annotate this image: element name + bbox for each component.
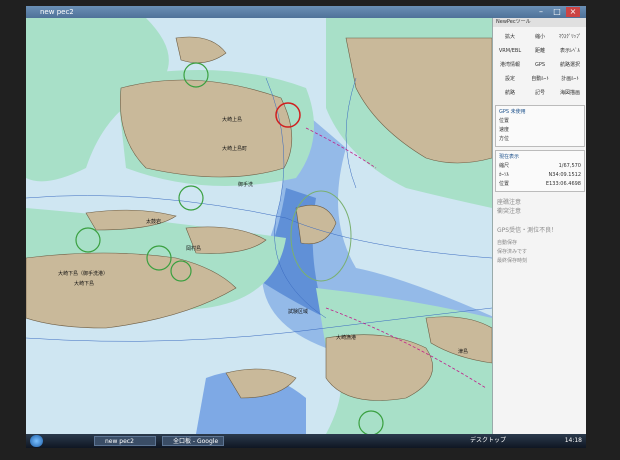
map-label-island-e: 岡村島: [186, 246, 202, 252]
map-label-island-f: 津島: [458, 349, 469, 355]
plan-route-button[interactable]: 計画ﾙｰﾄ: [555, 75, 585, 84]
distance-button[interactable]: 距離: [525, 47, 555, 56]
taskbar: new pec2 全口板 - Google ... デスクトップ 14:18: [26, 434, 586, 448]
window-title: new pec2: [40, 8, 74, 16]
screen: new pec2 – □ × 大崎上島 大崎上島町 大崎下島（御手洗港） 大崎下…: [26, 6, 586, 448]
harbor-info-button[interactable]: 港湾情報: [495, 61, 525, 70]
auto-route-button[interactable]: 自動ﾙｰﾄ: [525, 75, 555, 84]
nautical-chart[interactable]: 大崎上島 大崎上島町 大崎下島（御手洗港） 大崎下島 岡村島 津島 御手洗 太鼓…: [26, 18, 492, 434]
map-label-place-3: 大崎漁港: [336, 335, 357, 341]
vrm-ebl-button[interactable]: VRM/EBL: [495, 47, 525, 56]
collision-warning: 衝突注意: [497, 208, 522, 215]
cursor-lon-value: E133:06.4698: [545, 181, 581, 187]
route-button[interactable]: 航路: [495, 89, 525, 98]
tool-panel: NewPecツール 拡大 縮小 ﾏｳｽｸﾞﾘｯﾌﾟ VRM/EBL 距離 表示ﾚ…: [492, 18, 586, 434]
taskbar-item-browser[interactable]: 全口板 - Google ...: [162, 436, 224, 446]
gps-status-heading: GPS 未使用: [499, 109, 526, 115]
scale-label: 縮尺: [499, 163, 510, 169]
map-label-island-b: 大崎上島町: [222, 146, 248, 152]
clock: 14:18: [564, 437, 582, 444]
gps-error-warning: GPS受信・測位不良！: [497, 227, 558, 234]
chart-info-section: 現在表示 縮尺 1/67,570 ｶｰｿﾙ N34:09.1512 位置 E133:0…: [495, 150, 585, 192]
route-select-button[interactable]: 航路選択: [555, 61, 585, 70]
warning-area: 座礁注意 衝突注意 GPS受信・測位不良！ 自動保存 保存済みです 最終保存時刻: [497, 198, 583, 266]
chart-info-heading: 現在表示: [499, 154, 520, 160]
map-label-island-d: 大崎下島: [74, 281, 95, 287]
map-label-island-a: 大崎上島: [222, 117, 243, 123]
window-titlebar: new pec2 – □ ×: [26, 6, 586, 18]
saved-label: 保存済みです: [497, 249, 528, 255]
scale-value: 1/67,570: [558, 163, 581, 169]
chart-draw-button[interactable]: 海図描画: [555, 89, 585, 98]
start-button[interactable]: [30, 435, 43, 447]
last-save-label: 最終保存時刻: [497, 258, 528, 264]
cursor-lat-value: N34:09.1512: [548, 172, 581, 178]
autosave-label: 自動保存: [497, 240, 518, 246]
cursor-lon-label: 位置: [499, 181, 510, 187]
gps-heading-label: 方位: [499, 136, 510, 142]
symbol-button[interactable]: 記号: [525, 89, 555, 98]
map-label-place-1: 御手洗: [238, 182, 254, 188]
zoom-out-button[interactable]: 縮小: [525, 33, 555, 42]
gps-button[interactable]: GPS: [525, 61, 555, 70]
gps-status-section: GPS 未使用 位置 速度 方位: [495, 105, 585, 147]
taskbar-item-newpec[interactable]: new pec2: [94, 436, 156, 446]
taskbar-item-newpec-label: new pec2: [105, 438, 134, 445]
desktop-toolbar[interactable]: デスクトップ: [470, 434, 506, 448]
gps-position-label: 位置: [499, 118, 510, 124]
zoom-in-button[interactable]: 拡大: [495, 33, 525, 42]
settings-button[interactable]: 設定: [495, 75, 525, 84]
close-button[interactable]: ×: [566, 7, 580, 17]
taskbar-item-browser-label: 全口板 - Google ...: [173, 438, 219, 445]
chart-graphic: [26, 18, 492, 434]
gps-speed-label: 速度: [499, 127, 510, 133]
map-label-island-c: 大崎下島（御手洗港）: [58, 271, 109, 277]
display-level-button[interactable]: 表示ﾚﾍﾞﾙ: [555, 47, 585, 56]
maximize-button[interactable]: □: [550, 7, 564, 17]
mouse-grip-button[interactable]: ﾏｳｽｸﾞﾘｯﾌﾟ: [555, 33, 585, 42]
cursor-lat-label: ｶｰｿﾙ: [499, 172, 510, 178]
panel-button-grid: 拡大 縮小 ﾏｳｽｸﾞﾘｯﾌﾟ VRM/EBL 距離 表示ﾚﾍﾞﾙ 港湾情報 G…: [493, 27, 586, 102]
map-label-place-2: 太鼓岩: [146, 219, 162, 225]
panel-title: NewPecツール: [493, 18, 586, 27]
map-label-buoy: 試験区域: [288, 309, 309, 315]
grounding-warning: 座礁注意: [497, 199, 522, 206]
minimize-button[interactable]: –: [534, 7, 548, 17]
